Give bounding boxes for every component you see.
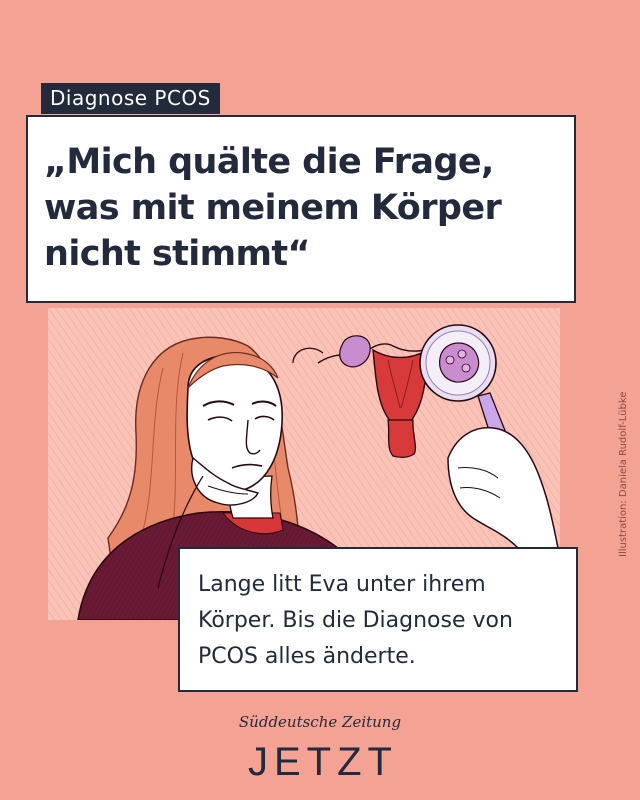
headline-line: „Mich quälte die Frage, xyxy=(44,142,494,182)
headline-line: was mit meinem Körper xyxy=(44,188,502,228)
caption-line: Körper. Bis die Diagnose von xyxy=(198,608,513,633)
headline-line: nicht stimmt“ xyxy=(44,234,311,274)
illustration-credit-text: Illustration: Daniela Rudolf-Lübke xyxy=(618,391,629,557)
headline-box: „Mich quälte die Frage, was mit meinem K… xyxy=(26,115,576,303)
caption-box: Lange litt Eva unter ihrem Körper. Bis d… xyxy=(178,547,578,692)
caption-line: PCOS alles änderte. xyxy=(198,644,416,669)
caption-line: Lange litt Eva unter ihrem xyxy=(198,572,486,597)
category-tag: Diagnose PCOS xyxy=(41,83,220,114)
publisher-logo: Süddeutsche Zeitung xyxy=(238,713,402,731)
caption: Lange litt Eva unter ihrem Körper. Bis d… xyxy=(198,567,560,675)
headline: „Mich quälte die Frage, was mit meinem K… xyxy=(44,139,558,277)
brand-logo: Süddeutsche Zeitung JETZT xyxy=(0,712,640,784)
illustration-credit: Illustration: Daniela Rudolf-Lübke xyxy=(616,172,630,592)
brand-name: JETZT xyxy=(248,740,398,784)
